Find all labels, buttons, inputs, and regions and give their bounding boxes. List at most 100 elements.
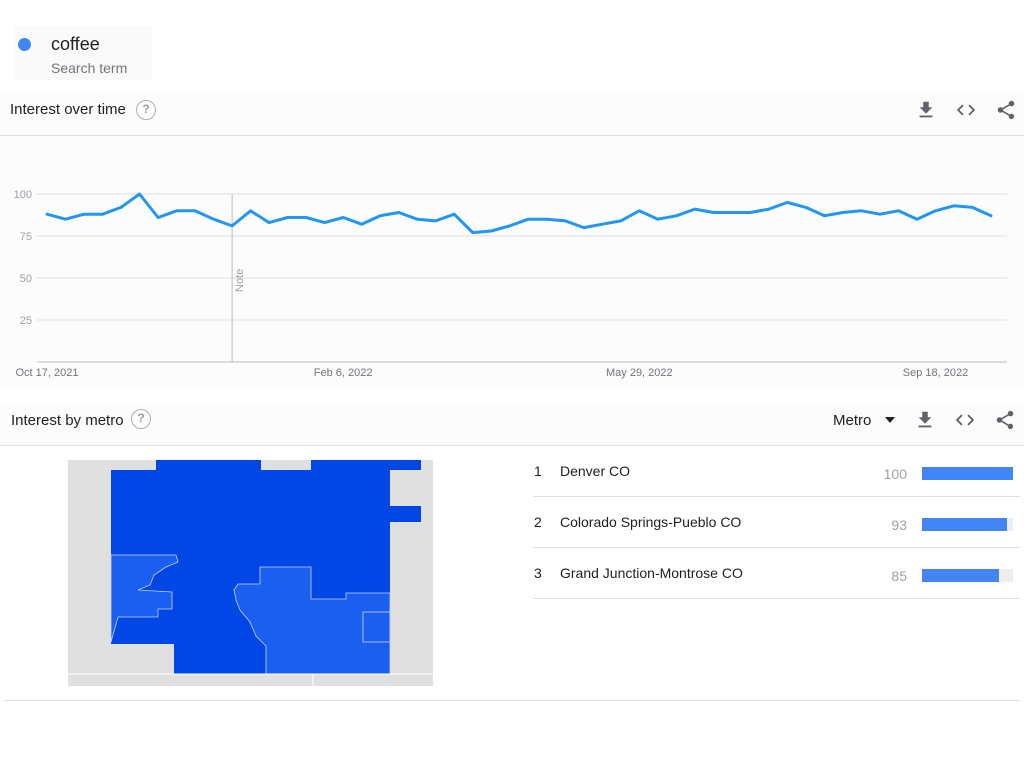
embed-code-icon[interactable] <box>955 99 977 121</box>
metro-name[interactable]: Grand Junction-Montrose CO <box>560 565 743 581</box>
map-region-other <box>390 470 421 506</box>
list-item[interactable]: 1 Denver CO 100 <box>533 446 1020 497</box>
download-icon[interactable] <box>915 99 937 121</box>
interest-over-time-header: Interest over time ? <box>0 94 1024 136</box>
data-point <box>545 218 548 221</box>
rank-number: 3 <box>534 565 542 581</box>
y-tick-label: 75 <box>20 231 32 243</box>
metro-map[interactable] <box>68 460 433 691</box>
data-point <box>712 211 715 214</box>
data-point <box>749 211 752 214</box>
data-point <box>934 209 937 212</box>
share-icon[interactable] <box>994 409 1016 431</box>
x-tick-label: Feb 6, 2022 <box>314 367 373 379</box>
interest-by-metro-title: Interest by metro <box>11 412 124 429</box>
data-point <box>508 224 511 228</box>
map-region-other <box>261 460 311 470</box>
y-tick-label: 100 <box>14 189 32 201</box>
data-point <box>138 192 141 196</box>
data-point <box>267 221 271 224</box>
search-term-subtitle: Search term <box>51 60 128 76</box>
data-point <box>156 216 160 219</box>
data-point <box>397 211 400 214</box>
data-point <box>841 211 845 214</box>
rank-number: 2 <box>534 514 542 530</box>
data-point <box>971 206 974 209</box>
metro-value-bar-fill <box>922 518 1007 531</box>
list-item[interactable]: 2 Colorado Springs-Pueblo CO 93 <box>533 497 1020 548</box>
data-point <box>860 209 863 212</box>
metro-value-bar <box>922 467 1013 480</box>
download-icon[interactable] <box>914 409 936 431</box>
search-term-name: coffee <box>51 34 100 54</box>
series-line-coffee <box>45 192 993 235</box>
data-point <box>360 223 363 226</box>
interest-by-metro-header: Interest by metro ? Metro <box>0 402 1024 446</box>
data-point <box>564 219 567 223</box>
data-point <box>786 201 789 204</box>
data-point <box>341 216 345 219</box>
data-point <box>471 231 474 234</box>
map-region-other <box>68 460 111 670</box>
interest-over-time-title: Interest over time <box>10 101 126 118</box>
metro-value: 85 <box>891 568 907 584</box>
data-point <box>527 218 530 221</box>
search-term-color-dot <box>18 38 31 51</box>
data-point <box>915 218 919 221</box>
x-tick-label: May 29, 2022 <box>606 367 673 379</box>
map-region-other <box>111 644 174 674</box>
data-point <box>823 214 826 218</box>
list-item[interactable]: 3 Grand Junction-Montrose CO 85 <box>533 548 1020 599</box>
data-point <box>490 229 493 233</box>
data-point <box>249 209 252 212</box>
data-point <box>897 209 900 212</box>
data-point <box>601 223 604 226</box>
data-point <box>693 207 697 211</box>
y-tick-label: 25 <box>20 315 32 327</box>
data-point <box>230 224 234 228</box>
data-point <box>804 206 808 209</box>
embed-code-icon[interactable] <box>954 409 976 431</box>
data-point <box>656 218 660 221</box>
data-point <box>212 218 215 221</box>
map-region-other <box>390 522 421 674</box>
metro-value-bar-fill <box>922 467 1013 480</box>
data-point <box>582 226 585 229</box>
data-point <box>175 209 178 212</box>
y-tick-label: 50 <box>20 273 32 285</box>
metro-dropdown-label[interactable]: Metro <box>833 412 871 429</box>
metro-value-bar-fill <box>922 569 1000 582</box>
data-point <box>286 216 289 219</box>
data-point <box>323 221 326 224</box>
metro-value: 93 <box>891 517 907 533</box>
metro-ranking-list: 1 Denver CO 100 2 Colorado Springs-Puebl… <box>533 446 1020 599</box>
data-point <box>415 218 419 221</box>
data-point <box>193 209 197 212</box>
help-question-icon[interactable]: ? <box>136 100 156 120</box>
metro-name[interactable]: Denver CO <box>560 463 630 479</box>
metro-value: 100 <box>883 466 907 482</box>
interest-over-time-chart[interactable]: 100 75 50 25 Oct 17, 2021 Feb 6, 2022 May 29, … <box>0 136 1024 386</box>
data-point <box>45 212 49 216</box>
data-point <box>101 212 104 216</box>
data-point <box>878 212 882 216</box>
data-point <box>304 216 308 219</box>
metro-name[interactable]: Colorado Springs-Pueblo CO <box>560 514 741 530</box>
data-point <box>119 206 123 209</box>
search-term-card[interactable]: coffee Search term <box>14 26 152 80</box>
note-label: Note <box>234 269 246 292</box>
section-divider <box>4 700 1020 701</box>
map-region-other <box>421 460 433 686</box>
data-point <box>434 219 437 223</box>
data-point <box>952 204 956 207</box>
help-question-icon[interactable]: ? <box>131 409 151 429</box>
data-point <box>767 207 771 211</box>
map-region-other <box>111 460 156 470</box>
data-point <box>378 214 382 218</box>
metro-value-bar <box>922 569 1013 582</box>
data-point <box>989 214 993 218</box>
data-point <box>619 219 623 223</box>
chevron-down-icon[interactable] <box>885 417 895 423</box>
data-point <box>453 212 456 216</box>
share-icon[interactable] <box>995 99 1017 121</box>
